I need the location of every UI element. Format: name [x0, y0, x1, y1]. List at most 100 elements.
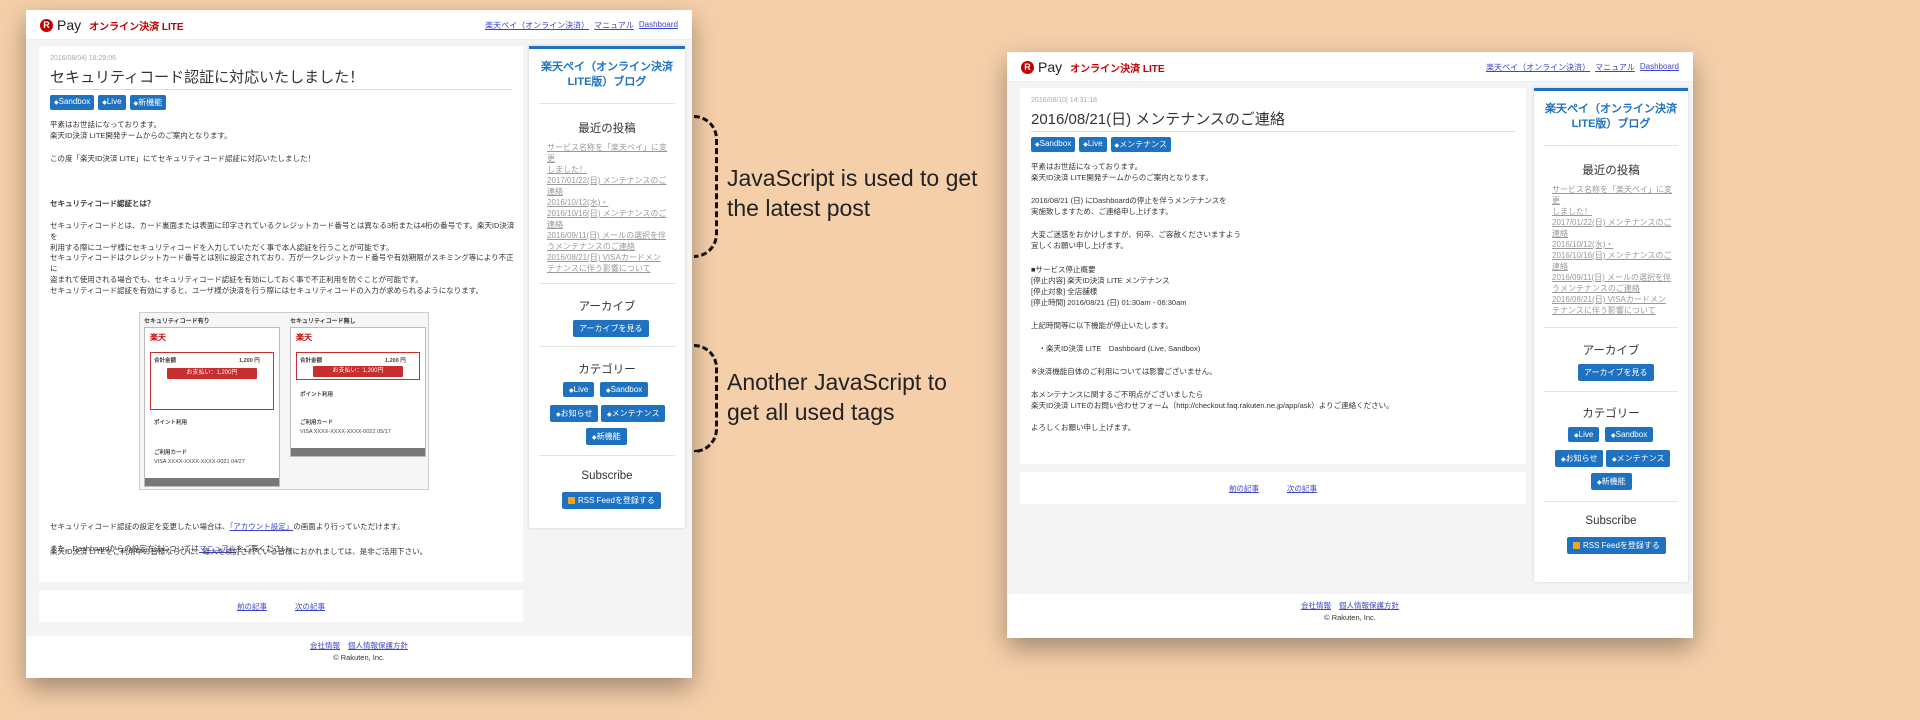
nav-dashboard[interactable]: Dashboard [1640, 62, 1679, 73]
post-pager: 前の記事 次の記事 [39, 590, 523, 622]
blog-title: 楽天ペイ（オンライン決済 LITE版）ブログ [541, 61, 673, 88]
recent-post-link[interactable]: 連絡 [1552, 228, 1678, 239]
recent-post-link[interactable]: サービス名称を「楽天ペイ」に変更 [547, 142, 673, 164]
category-live[interactable]: Live [563, 382, 595, 397]
sidebar: 楽天ペイ（オンライン決済 LITE版）ブログ 最近の投稿 サービス名称を「楽天ペ… [529, 46, 685, 528]
rss-icon [568, 497, 575, 504]
recent-post-link[interactable]: 2016/09/11(日) メールの選択を伴 [1552, 272, 1678, 283]
footer-privacy-link[interactable]: 個人情報保護方針 [1339, 601, 1399, 610]
account-settings-link[interactable]: 「アカウント設定」 [230, 522, 294, 531]
tag-live[interactable]: Live [1079, 137, 1107, 152]
recent-post-link[interactable]: テナンスに伴う影響について [547, 263, 673, 274]
recent-post-link[interactable]: 2016/10/16(日) メンテナンスのご [547, 208, 673, 219]
tag-sandbox[interactable]: Sandbox [1031, 137, 1076, 152]
figure-card-label: ご利用カード [300, 420, 334, 426]
footer-company-link[interactable]: 会社情報 [1301, 601, 1331, 610]
recent-post-link[interactable]: うメンテナンスのご連絡 [547, 241, 673, 252]
recent-post-link[interactable]: しました！ [1552, 206, 1678, 217]
figure-panel-with-code: 楽天 合計金額 1,200 円 お支払い：1,200円 ポイント利用 ご利用カー… [144, 327, 280, 487]
recent-post-link[interactable]: 2016/10/12(水)・ [1552, 239, 1678, 250]
figure-card-number: VISA XXXX-XXXX-XXXX-0022 05/17 [300, 429, 391, 435]
nav-rakuten-pay[interactable]: 楽天ペイ（オンライン決済） [485, 20, 589, 31]
content-area: 2016/08/04| 18:29:06 セキュリティコード認証に対応いたしまし… [26, 40, 692, 636]
post-tags: Sandbox Live 新機能 [50, 95, 167, 110]
divider [539, 283, 675, 284]
category-new-feature[interactable]: 新機能 [586, 428, 627, 445]
recent-post-link[interactable]: 2017/01/22(日) メンテナンスのご [1552, 217, 1678, 228]
paragraph: 平素はお世話になっております。 楽天ID決済 LITE開発チームからのご案内とな… [1031, 162, 1213, 182]
tag-maintenance[interactable]: メンテナンス [1110, 137, 1171, 152]
category-news[interactable]: お知らせ [1555, 450, 1604, 467]
recent-post-link[interactable]: 2016/09/11(日) メールの選択を伴 [547, 230, 673, 241]
blog-title: 楽天ペイ（オンライン決済 LITE版）ブログ [1545, 103, 1677, 130]
footer-company-link[interactable]: 会社情報 [310, 641, 340, 650]
recent-post-link[interactable]: 2016/08/21(日) VISAカードメン [1552, 294, 1678, 305]
next-post-link[interactable]: 次の記事 [295, 601, 325, 612]
archive-button[interactable]: アーカイブを見る [1578, 364, 1654, 381]
recent-post-link[interactable]: 2016/08/21(日) VISAカードメン [547, 252, 673, 263]
figure-total-value: 1,200 円 [239, 358, 260, 364]
top-nav: 楽天ペイ（オンライン決済） マニュアル Dashboard [485, 20, 678, 31]
recent-post-link[interactable]: 連絡 [547, 219, 673, 230]
right-browser-window: R Pay オンライン決済 LITE 楽天ペイ（オンライン決済） マニュアル D… [1007, 52, 1693, 638]
nav-rakuten-pay[interactable]: 楽天ペイ（オンライン決済） [1486, 62, 1590, 73]
tag-new-feature[interactable]: 新機能 [129, 95, 167, 110]
figure-panel-without-code: 楽天 合計金額 1,200 円 お支払い：1,200円 ポイント利用 ご利用カー… [290, 327, 426, 457]
rss-button-label: RSS Feedを登録する [1583, 541, 1660, 550]
divider [539, 103, 675, 104]
figure-footer-bar [145, 478, 279, 486]
tag-sandbox[interactable]: Sandbox [50, 95, 95, 110]
figure-footer-bar [291, 448, 425, 456]
paragraph: セキュリティコードはクレジットカード番号とは別に設定されており、万が一クレジット… [50, 253, 514, 284]
rss-button[interactable]: RSS Feedを登録する [1567, 537, 1666, 554]
logo[interactable]: R Pay オンライン決済 LITE [1021, 59, 1165, 75]
tag-live[interactable]: Live [98, 95, 126, 110]
copyright: © Rakuten, Inc. [1324, 613, 1376, 622]
annotation-bracket-latest-post [694, 115, 718, 258]
category-news[interactable]: お知らせ [550, 405, 599, 422]
recent-post-link[interactable]: 2016/10/12(水)・ [547, 197, 673, 208]
next-post-link[interactable]: 次の記事 [1287, 483, 1317, 494]
logo[interactable]: R Pay オンライン決済 LITE [40, 17, 184, 33]
paragraph: ・楽天ID決済 LITE Dashboard (Live, Sandbox) [1031, 344, 1201, 353]
nav-dashboard[interactable]: Dashboard [639, 20, 678, 31]
paragraph: この度「楽天ID決済 LITE」にてセキュリティコード認証に対応いたしました！ [50, 154, 315, 163]
security-code-screenshot: セキュリティコード有り セキュリティコード無し 楽天 合計金額 1,200 円 … [139, 312, 429, 490]
recent-post-link[interactable]: 2017/01/22(日) メンテナンスのご [547, 175, 673, 186]
figure-rakuten-logo: 楽天 [296, 333, 312, 342]
category-sandbox[interactable]: Sandbox [600, 382, 649, 397]
figure-point-label: ポイント利用 [300, 392, 334, 398]
footer-privacy-link[interactable]: 個人情報保護方針 [348, 641, 408, 650]
logo-pay: Pay [1038, 59, 1063, 75]
recent-post-link[interactable]: 連絡 [547, 186, 673, 197]
recent-post-link[interactable]: 2016/10/16(日) メンテナンスのご [1552, 250, 1678, 261]
category-maintenance[interactable]: メンテナンス [1606, 450, 1671, 467]
nav-manual[interactable]: マニュアル [594, 20, 634, 31]
paragraph: ※決済機能自体のご利用については影響ございません。 [1031, 367, 1217, 376]
rss-button[interactable]: RSS Feedを登録する [562, 492, 661, 509]
footer-links: 会社情報 個人情報保護方針 [1007, 600, 1693, 612]
divider [539, 346, 675, 347]
paragraph: 平素はお世話になっております。 楽天ID決済 LITE開発チームからのご案内とな… [50, 120, 232, 140]
annotation-bracket-used-tags [694, 344, 718, 453]
prev-post-link[interactable]: 前の記事 [237, 601, 267, 612]
nav-manual[interactable]: マニュアル [1595, 62, 1635, 73]
archive-button[interactable]: アーカイブを見る [573, 320, 649, 337]
recent-post-link[interactable]: 連絡 [1552, 261, 1678, 272]
logo-lite: オンライン決済 LITE [1070, 63, 1165, 75]
subscribe-heading: Subscribe [581, 470, 633, 482]
prev-post-link[interactable]: 前の記事 [1229, 483, 1259, 494]
category-maintenance[interactable]: メンテナンス [601, 405, 666, 422]
recent-post-link[interactable]: うメンテナンスのご連絡 [1552, 283, 1678, 294]
recent-post-link[interactable]: しました！ [547, 164, 673, 175]
paragraph: 本メンテナンスに関するご不明点がございましたら 楽天ID決済 LITEのお問い合… [1031, 390, 1394, 410]
paragraph: セキュリティコードとは、カード裏面または表面に印字されているクレジットカード番号… [50, 221, 515, 252]
category-sandbox[interactable]: Sandbox [1605, 427, 1654, 442]
text: の画面より行っていただけます。 [293, 522, 405, 531]
recent-post-link[interactable]: サービス名称を「楽天ペイ」に変更 [1552, 184, 1678, 206]
category-new-feature[interactable]: 新機能 [1591, 473, 1632, 490]
recent-post-link[interactable]: テナンスに伴う影響について [1552, 305, 1678, 316]
category-live[interactable]: Live [1568, 427, 1600, 442]
rakuten-r-icon: R [1021, 60, 1034, 74]
figure-point-label: ポイント利用 [154, 420, 188, 426]
